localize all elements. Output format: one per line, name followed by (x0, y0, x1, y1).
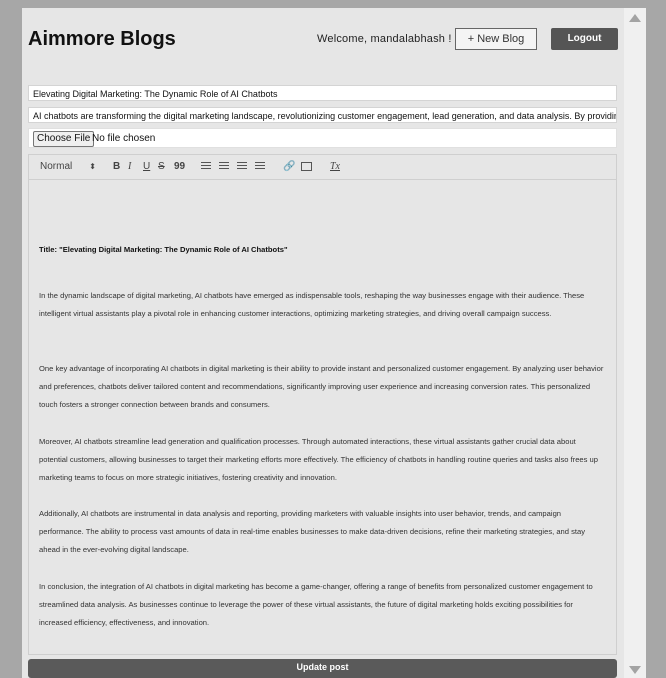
ordered-list-icon[interactable] (201, 161, 211, 173)
update-post-button[interactable]: Update post (28, 659, 617, 678)
underline-button[interactable]: U (143, 161, 150, 173)
bullet-list-icon[interactable] (219, 161, 229, 173)
strikethrough-button[interactable]: S (158, 161, 165, 173)
post-description-input[interactable]: AI chatbots are transforming the digital… (28, 107, 617, 123)
post-paragraph: Additionally, AI chatbots are instrument… (39, 509, 586, 554)
select-caret-icon: ⬍ (89, 162, 96, 171)
choose-file-button[interactable]: Choose File (33, 131, 95, 147)
post-heading: Title: "Elevating Digital Marketing: The… (39, 245, 288, 254)
rich-text-editor[interactable]: Normal ⬍ B I U S 99 🔗 Tx Title: "Elevati… (28, 154, 617, 655)
post-paragraph: Moreover, AI chatbots streamline lead ge… (39, 437, 599, 482)
italic-button[interactable]: I (128, 161, 131, 173)
link-icon[interactable]: 🔗 (283, 161, 295, 173)
post-paragraph: In the dynamic landscape of digital mark… (39, 291, 585, 318)
post-title-input[interactable]: Elevating Digital Marketing: The Dynamic… (28, 85, 617, 101)
image-file-input[interactable]: Choose File No file chosen (28, 128, 617, 148)
scroll-down-arrow-icon[interactable] (629, 666, 641, 674)
new-blog-button[interactable]: + New Blog (455, 28, 537, 50)
outdent-icon[interactable] (237, 161, 247, 173)
bold-button[interactable]: B (113, 161, 120, 173)
editor-toolbar: Normal ⬍ B I U S 99 🔗 Tx (29, 155, 616, 180)
blog-editor-panel: Aimmore Blogs Welcome, mandalabhash ! + … (22, 8, 624, 678)
clear-format-button[interactable]: Tx (330, 161, 340, 173)
font-size-select[interactable]: Normal ⬍ (40, 161, 96, 173)
indent-icon[interactable] (255, 161, 265, 173)
post-paragraph: One key advantage of incorporating AI ch… (39, 364, 604, 409)
post-paragraph: In conclusion, the integration of AI cha… (39, 582, 593, 627)
vertical-scrollbar[interactable] (624, 8, 646, 678)
file-status-text: No file chosen (92, 133, 156, 144)
blockquote-button[interactable]: 99 (174, 161, 185, 173)
font-size-value: Normal (40, 161, 73, 172)
scroll-up-arrow-icon[interactable] (629, 14, 641, 22)
page-header: Aimmore Blogs Welcome, mandalabhash ! + … (22, 8, 624, 68)
site-title: Aimmore Blogs (28, 28, 176, 50)
image-icon[interactable] (301, 161, 312, 173)
logout-button[interactable]: Logout (551, 28, 618, 50)
welcome-message: Welcome, mandalabhash ! (317, 33, 452, 45)
